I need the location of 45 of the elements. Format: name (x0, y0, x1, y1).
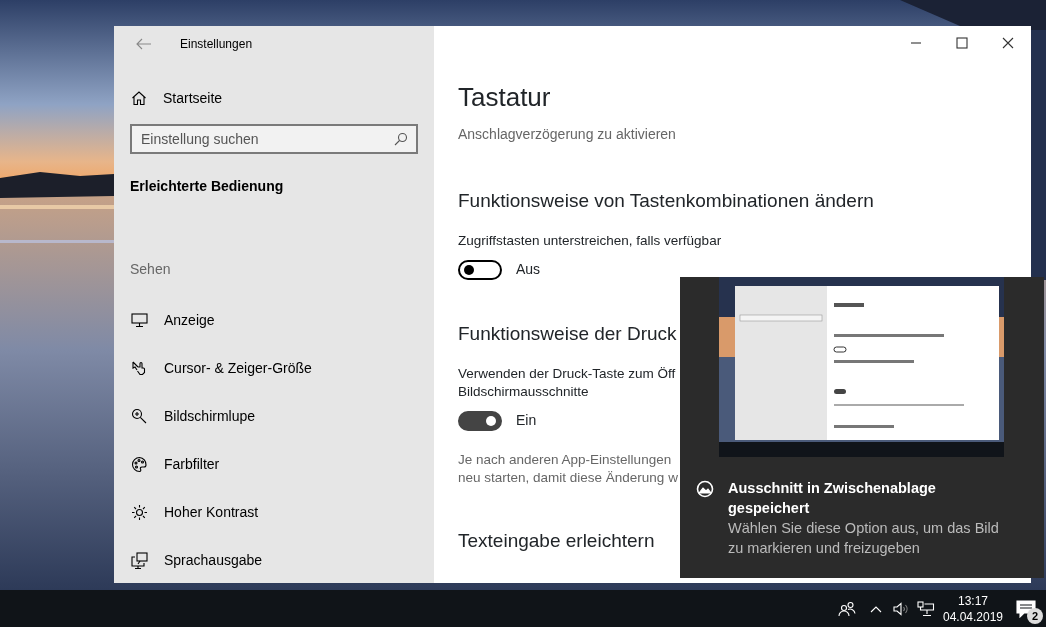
sidebar-item[interactable]: Bildschirmlupe (130, 392, 418, 440)
display-icon (131, 311, 148, 329)
sidebar-item[interactable]: Anzeige (130, 296, 418, 344)
section-heading: Texteingabe erleichtern (458, 531, 655, 550)
home-link[interactable]: Startseite (130, 78, 418, 118)
category-heading: Erleichterte Bedienung (130, 177, 285, 196)
page-title: Tastatur (458, 84, 551, 110)
magnifier-icon (131, 407, 148, 425)
sidebar-item[interactable]: Cursor- & Zeiger-Größe (130, 344, 418, 392)
home-icon (131, 90, 147, 106)
notification-count-badge: 2 (1027, 608, 1043, 624)
toggle-switch[interactable] (458, 259, 502, 280)
sidebar-item[interactable]: Sprachausgabe (130, 536, 418, 583)
toggle-state-label: Ein (516, 411, 537, 430)
section-heading: Funktionsweise der Druck (458, 324, 677, 343)
section-label: Sehen (130, 260, 172, 279)
image-icon (696, 480, 714, 498)
toggle-switch[interactable] (458, 410, 502, 431)
search-icon (394, 132, 408, 146)
date-text: 04.04.2019 (941, 608, 1005, 625)
note-text: Je nach anderen App-Einstellungen neu starten, damit diese Änderung w (458, 451, 678, 487)
window-title: Einstellungen (180, 36, 253, 53)
description-text: Anschlagverzögerung zu aktivieren (458, 125, 676, 144)
sidebar-item[interactable]: Farbfilter (130, 440, 418, 488)
sidebar-item[interactable]: Hoher Kontrast (130, 488, 418, 536)
back-arrow-icon[interactable] (136, 38, 152, 50)
notification-text: Wählen Sie diese Option aus, um das Bild zu markieren und freizugeben (728, 519, 1000, 558)
people-icon[interactable] (838, 600, 856, 617)
notification-title: Ausschnitt in Zwischenablage gespeichert (728, 479, 937, 518)
pointer-hand-icon (131, 359, 148, 377)
setting-label: Verwenden der Druck-Taste zum Öff Bildschirmausschnitte (458, 365, 676, 401)
section-heading: Funktionsweise von Tastenkombinationen ändern (458, 191, 874, 210)
speaker-icon[interactable] (892, 600, 908, 617)
time-text: 13:17 (957, 592, 989, 609)
toggle-state-label: Aus (516, 260, 541, 279)
close-icon[interactable] (1002, 37, 1014, 49)
clock[interactable]: 13:17 04.04.2019 (940, 592, 1006, 625)
search-field[interactable]: Einstellung suchen (130, 124, 418, 154)
palette-icon (131, 455, 148, 473)
sun-icon (131, 503, 148, 521)
network-icon[interactable] (917, 600, 935, 617)
narrator-icon (131, 551, 148, 569)
toast-notification[interactable]: Ausschnitt in Zwischenablage gespeichert Wählen Sie diese Option aus, um das Bild zu markieren und freizugeben (680, 277, 1044, 578)
maximize-icon[interactable] (956, 37, 968, 49)
setting-label: Zugriffstasten unterstreichen, falls verfügbar (458, 232, 722, 250)
